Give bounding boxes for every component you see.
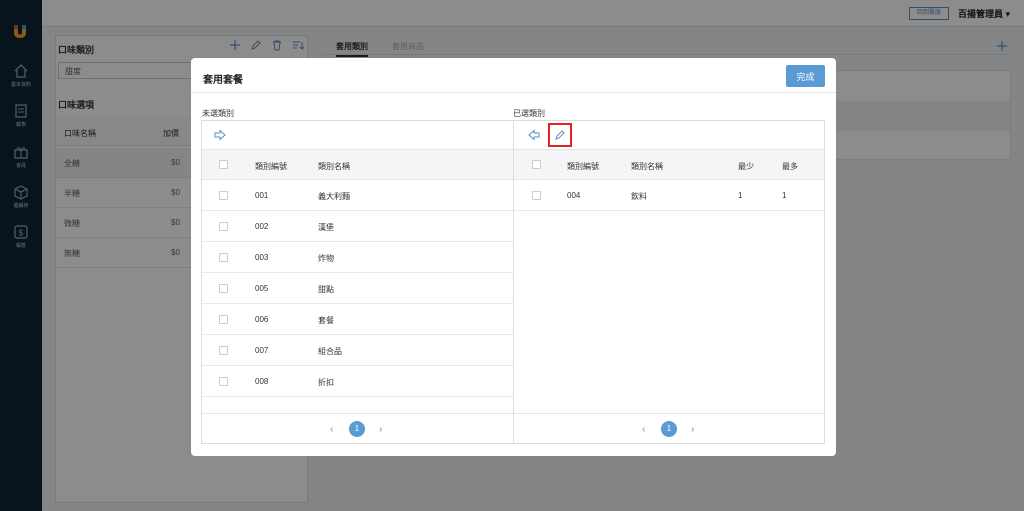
category-name: 飲料 <box>631 192 647 201</box>
select-all-checkbox[interactable] <box>532 160 541 169</box>
category-code: 004 <box>567 191 581 200</box>
category-name: 套餐 <box>318 316 334 325</box>
move-right-icon[interactable] <box>214 129 226 141</box>
row-checkbox[interactable] <box>219 377 228 386</box>
done-button[interactable]: 完成 <box>786 65 825 87</box>
col-category-code: 類別編號 <box>567 162 599 171</box>
col-max: 最多 <box>782 162 798 171</box>
table-header: 類別編號 類別名稱 最少 最多 <box>514 150 824 180</box>
category-code: 008 <box>255 377 269 386</box>
apply-combo-dialog: 套用套餐 完成 未選類別 已選類別 類別編號 類別名稱 001 義大利麵 002… <box>191 58 836 456</box>
row-checkbox[interactable] <box>219 191 228 200</box>
selected-category-pane: 類別編號 類別名稱 最少 最多 004 飲料 1 1 ‹ 1 › <box>513 120 825 444</box>
table-row[interactable]: 005 甜點 <box>202 273 513 304</box>
row-checkbox[interactable] <box>219 284 228 293</box>
category-name: 漢堡 <box>318 223 334 232</box>
unselected-category-pane: 類別編號 類別名稱 001 義大利麵 002 漢堡 003 炸物 005 甜點 … <box>201 120 514 444</box>
category-code: 005 <box>255 284 269 293</box>
pagination: ‹ 1 › <box>202 413 513 443</box>
pagination: ‹ 1 › <box>514 413 824 443</box>
selected-section-label: 已選類別 <box>513 109 545 118</box>
category-name: 義大利麵 <box>318 192 350 201</box>
pane-toolbar <box>202 121 513 150</box>
highlight-box <box>548 123 572 147</box>
category-code: 007 <box>255 346 269 355</box>
row-checkbox[interactable] <box>219 222 228 231</box>
table-row[interactable]: 002 漢堡 <box>202 211 513 242</box>
table-row[interactable]: 008 折扣 <box>202 366 513 397</box>
row-checkbox[interactable] <box>219 253 228 262</box>
table-header: 類別編號 類別名稱 <box>202 150 513 180</box>
unselected-section-label: 未選類別 <box>202 109 234 118</box>
category-name: 組合品 <box>318 347 342 356</box>
page-number[interactable]: 1 <box>661 421 677 437</box>
category-code: 002 <box>255 222 269 231</box>
min-value: 1 <box>738 191 743 200</box>
row-checkbox[interactable] <box>219 346 228 355</box>
col-category-name: 類別名稱 <box>631 162 663 171</box>
category-name: 甜點 <box>318 285 334 294</box>
select-all-checkbox[interactable] <box>219 160 228 169</box>
category-code: 003 <box>255 253 269 262</box>
category-name: 炸物 <box>318 254 334 263</box>
table-row[interactable]: 006 套餐 <box>202 304 513 335</box>
next-page-icon[interactable]: › <box>379 424 382 435</box>
row-checkbox[interactable] <box>532 191 541 200</box>
col-min: 最少 <box>738 162 754 171</box>
row-checkbox[interactable] <box>219 315 228 324</box>
divider <box>191 92 836 93</box>
category-code: 001 <box>255 191 269 200</box>
prev-page-icon[interactable]: ‹ <box>330 424 333 435</box>
max-value: 1 <box>782 191 787 200</box>
col-category-name: 類別名稱 <box>318 162 350 171</box>
table-row[interactable]: 007 組合品 <box>202 335 513 366</box>
col-category-code: 類別編號 <box>255 162 287 171</box>
prev-page-icon[interactable]: ‹ <box>642 424 645 435</box>
page-number[interactable]: 1 <box>349 421 365 437</box>
category-code: 006 <box>255 315 269 324</box>
table-row[interactable]: 004 飲料 1 1 <box>514 180 824 211</box>
table-row[interactable]: 003 炸物 <box>202 242 513 273</box>
pane-toolbar <box>514 121 824 150</box>
dialog-title: 套用套餐 <box>203 75 243 86</box>
next-page-icon[interactable]: › <box>691 424 694 435</box>
move-left-icon[interactable] <box>528 129 540 141</box>
table-row[interactable]: 001 義大利麵 <box>202 180 513 211</box>
category-name: 折扣 <box>318 378 334 387</box>
